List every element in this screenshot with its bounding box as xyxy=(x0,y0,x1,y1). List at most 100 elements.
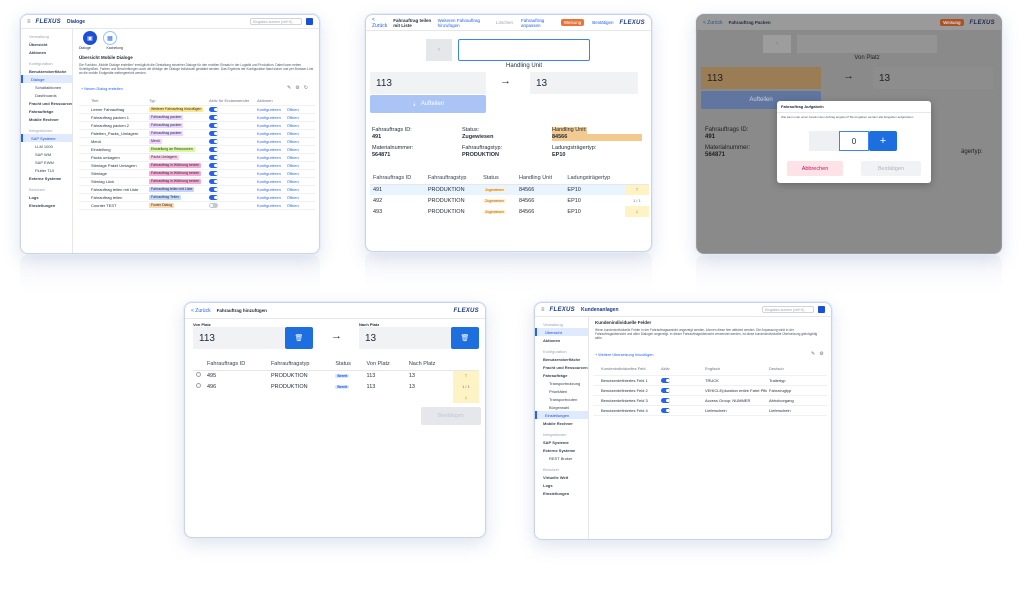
menu-icon[interactable]: ≡ xyxy=(541,307,545,313)
sidebar-item[interactable]: Externe Systeme xyxy=(21,174,72,182)
col-typ[interactable]: Fahrauftragstyp xyxy=(425,173,480,184)
add-order-action[interactable]: Weiteren Fahrauftrag hinzufügen xyxy=(438,18,488,28)
table-row[interactable]: Fahrauftrag teilen Fahrauftrag Teilen Konf… xyxy=(79,193,315,202)
hu-input[interactable] xyxy=(458,39,590,61)
menu-icon[interactable]: ≡ xyxy=(27,19,31,25)
back-field-button[interactable]: ‹ xyxy=(426,39,452,61)
sidebar-item[interactable]: Fahraufträge xyxy=(21,107,72,115)
open-link[interactable]: Öffnen xyxy=(287,203,299,208)
active-toggle[interactable] xyxy=(209,155,218,160)
sidebar-item[interactable]: Einstellungen xyxy=(21,201,72,209)
active-toggle[interactable] xyxy=(209,171,218,176)
configure-link[interactable]: Konfigurieren xyxy=(257,195,281,200)
active-toggle[interactable] xyxy=(209,115,218,120)
user-avatar[interactable] xyxy=(818,306,825,313)
table-row[interactable]: Stirnlage Fahrauftrag in Währung setzen Ko… xyxy=(79,169,315,178)
open-link[interactable]: Öffnen xyxy=(287,131,299,136)
table-row[interactable]: Benutzerdefiniertes Feld 3 Access Group: … xyxy=(593,395,827,406)
table-row[interactable]: Counter TEST Footer Dialog Konfigurieren Öf… xyxy=(79,201,315,210)
sidebar-item[interactable]: Schaltaktionen xyxy=(21,83,72,91)
search-input[interactable]: Eingaben suchen (ctrl+K) xyxy=(762,306,814,313)
col-englisch[interactable]: Englisch xyxy=(703,363,767,376)
tab-kachelung[interactable]: ▦ xyxy=(103,31,117,45)
open-link[interactable]: Öffnen xyxy=(287,171,299,176)
open-link[interactable]: Öffnen xyxy=(287,187,299,192)
active-toggle[interactable] xyxy=(209,187,218,192)
sidebar-item[interactable]: Logs xyxy=(21,193,72,201)
active-toggle[interactable] xyxy=(209,163,218,168)
confirm-button[interactable]: Bestätigen xyxy=(861,161,921,176)
plus-button[interactable]: + xyxy=(869,131,897,151)
table-row[interactable]: Stirnlag Lück Fahrauftrag in Währung setz… xyxy=(79,177,315,186)
sidebar-item[interactable]: Übersicht xyxy=(21,40,72,48)
active-toggle[interactable] xyxy=(209,203,218,208)
active-toggle[interactable] xyxy=(661,408,670,413)
table-row[interactable]: Fahrauftrag teilen mit Liste Fahrauftrag … xyxy=(79,185,315,194)
scroll-down-icon[interactable]: ↓ xyxy=(465,395,468,401)
configure-link[interactable]: Konfigurieren xyxy=(257,147,281,152)
sidebar-item[interactable]: Übersicht xyxy=(535,328,588,336)
user-avatar[interactable] xyxy=(306,18,313,25)
edit-icon[interactable]: ✎ xyxy=(811,351,815,357)
sidebar-item[interactable]: SAP WM xyxy=(21,150,72,158)
col-lt[interactable]: Ladungsträgertyp xyxy=(564,173,625,184)
col-von[interactable]: Von Platz xyxy=(364,359,406,370)
sidebar-item[interactable]: Transportnutzung xyxy=(535,379,588,387)
sidebar-item[interactable]: SAP EWM xyxy=(21,158,72,166)
settings-icon[interactable]: ⚙ xyxy=(295,85,299,91)
configure-link[interactable]: Konfigurieren xyxy=(257,107,281,112)
add-dialog-link[interactable]: + Neuen Dialog erstellen xyxy=(81,87,123,91)
active-toggle[interactable] xyxy=(209,195,218,200)
table-row[interactable]: 491 PRODUKTION Zugewiesen 84566 EP10 ↑ xyxy=(370,184,649,195)
sidebar-item[interactable]: SAP Systeme xyxy=(535,438,588,446)
sidebar-item[interactable]: Aktionen xyxy=(21,48,72,56)
active-toggle[interactable] xyxy=(661,398,670,403)
sidebar-item[interactable]: Benutzeroberfläche xyxy=(535,355,588,363)
col-typ[interactable]: Typ xyxy=(147,97,207,106)
open-link[interactable]: Öffnen xyxy=(287,139,299,144)
settings-icon[interactable]: ⚙ xyxy=(819,351,823,357)
tab-dialoge[interactable]: ▣ xyxy=(83,31,97,45)
table-row[interactable]: 492 PRODUKTION Zugewiesen 84566 EP10 1 / 1 xyxy=(370,195,649,206)
sidebar-item[interactable]: SAP Systeme xyxy=(21,134,72,142)
row-checkbox[interactable] xyxy=(196,372,201,378)
back-link[interactable]: < Zurück xyxy=(703,20,723,26)
weisung-badge[interactable]: Weisung xyxy=(940,19,964,26)
search-input[interactable]: Eingaben suchen (ctrl+K) xyxy=(250,18,302,25)
col-id[interactable]: Fahrauftrags ID xyxy=(204,359,268,370)
col-aktiv[interactable]: Aktiv xyxy=(659,363,703,376)
adjust-action[interactable]: Fahrauftrag anpassen xyxy=(521,18,555,28)
back-field-button[interactable]: ‹ xyxy=(763,35,791,53)
configure-link[interactable]: Konfigurieren xyxy=(257,115,281,120)
active-toggle[interactable] xyxy=(661,378,670,383)
add-translation-link[interactable]: + Weitere Übersetzung hinzufügen xyxy=(595,353,654,357)
active-toggle[interactable] xyxy=(209,131,218,136)
open-link[interactable]: Öffnen xyxy=(287,195,299,200)
open-link[interactable]: Öffnen xyxy=(287,147,299,152)
active-toggle[interactable] xyxy=(209,179,218,184)
configure-link[interactable]: Konfigurieren xyxy=(257,171,281,176)
sidebar-item[interactable]: Bürgerwahl xyxy=(535,403,588,411)
open-link[interactable]: Öffnen xyxy=(287,107,299,112)
active-toggle[interactable] xyxy=(661,388,670,393)
col-hu[interactable]: Handling Unit xyxy=(516,173,564,184)
open-link[interactable]: Öffnen xyxy=(287,179,299,184)
sidebar-item[interactable]: Einstellungen xyxy=(535,489,588,497)
qty-input[interactable]: 0 xyxy=(839,131,869,151)
configure-link[interactable]: Konfigurieren xyxy=(257,179,281,184)
active-toggle[interactable] xyxy=(209,123,218,128)
confirm-action[interactable]: Bestätigen xyxy=(592,20,613,25)
col-id[interactable]: Fahrauftrags ID xyxy=(370,173,425,184)
col-deutsch[interactable]: Deutsch xyxy=(767,363,827,376)
aufteilen-button[interactable]: ⇣ Aufteilen xyxy=(370,95,486,113)
table-row[interactable]: 493 PRODUKTION Zugewiesen 84566 EP10 ↓ xyxy=(370,206,649,217)
back-link[interactable]: < Zurück xyxy=(372,17,387,29)
sidebar-item[interactable]: Benutzeroberfläche xyxy=(21,67,72,75)
table-row[interactable]: Stirnlage Paket Umlagern Fahrauftrag in W… xyxy=(79,161,315,170)
sidebar-item[interactable]: Logs xyxy=(535,481,588,489)
table-row[interactable]: Fahrauftrag packen 1 Fahrauftrag packen Ko… xyxy=(79,113,315,122)
configure-link[interactable]: Konfigurieren xyxy=(257,155,281,160)
open-link[interactable]: Öffnen xyxy=(287,163,299,168)
cancel-button[interactable]: Abbrechen xyxy=(787,161,843,176)
sidebar-item[interactable]: Fahraufträge xyxy=(535,371,588,379)
